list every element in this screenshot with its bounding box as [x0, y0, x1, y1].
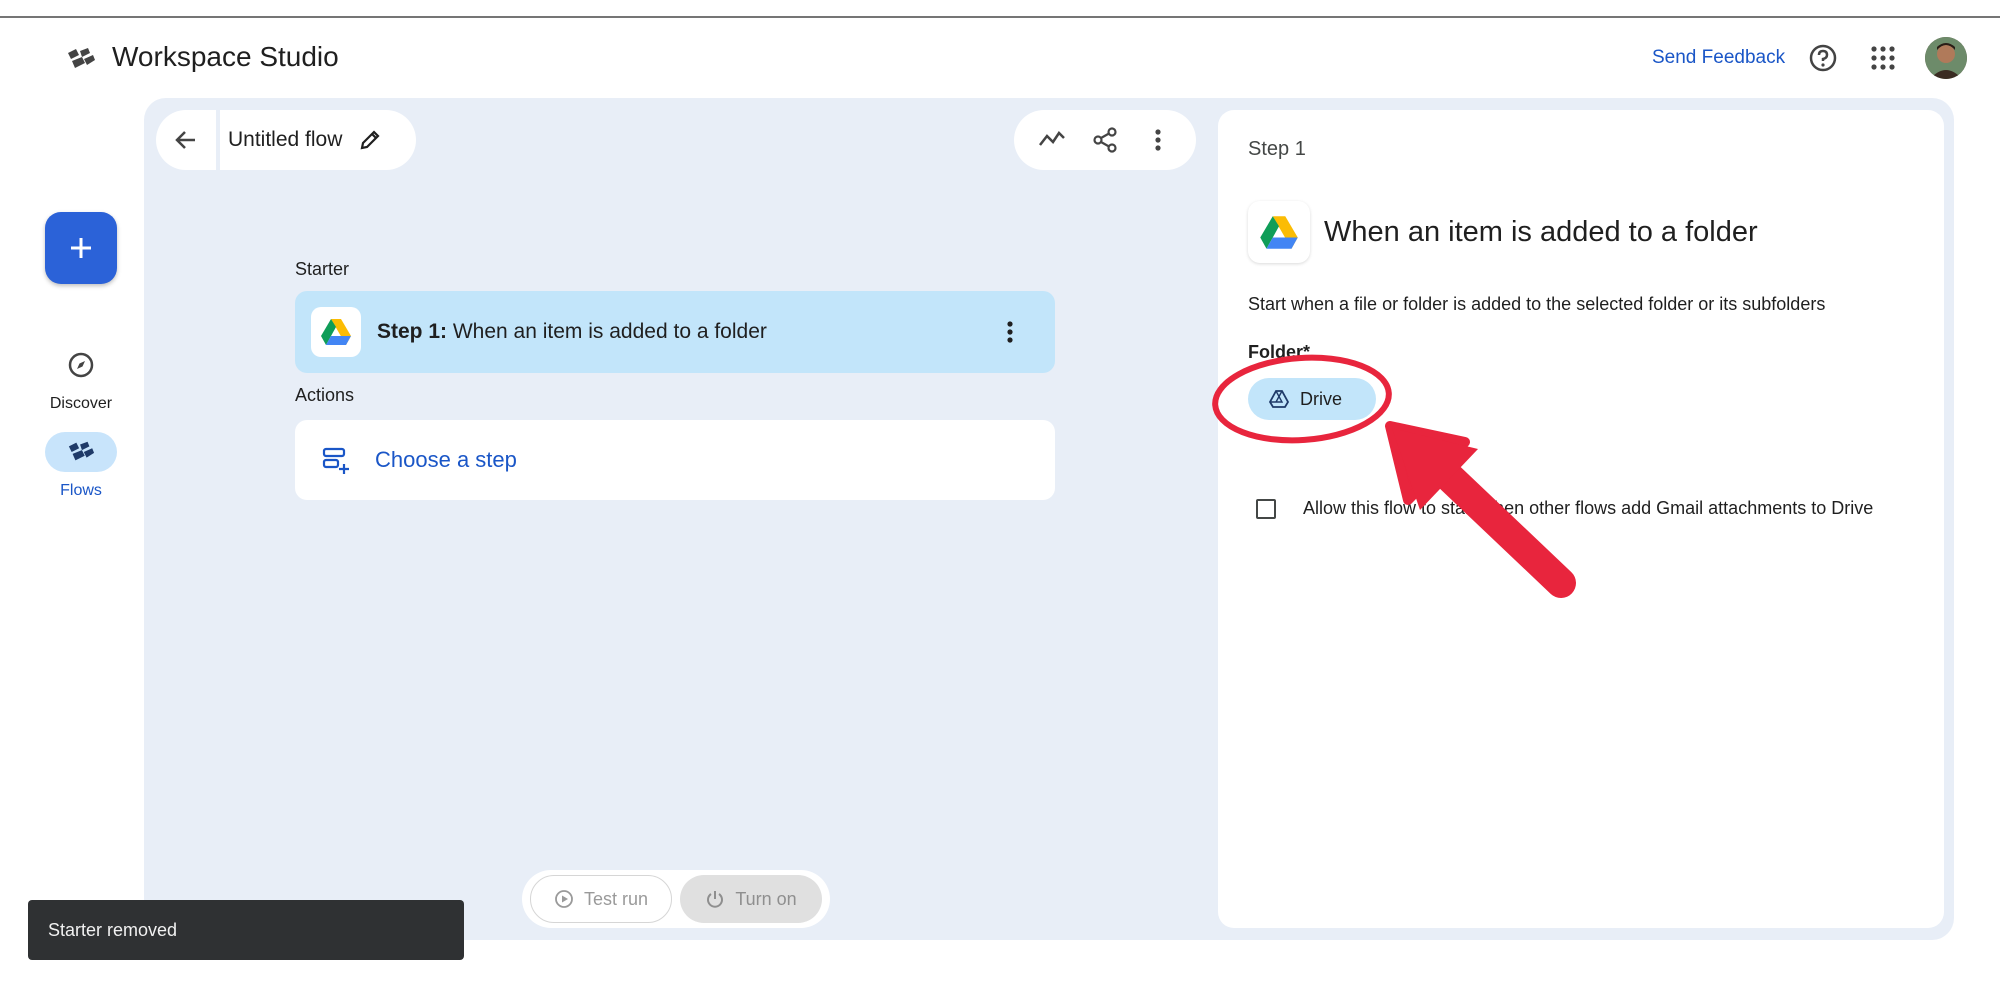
step-more-icon[interactable]: [995, 317, 1025, 347]
power-icon: [707, 891, 724, 908]
step-text: Step 1: When an item is added to a folde…: [377, 320, 767, 344]
nav-item-flows[interactable]: Flows: [30, 432, 132, 500]
flow-toolbar: [1014, 110, 1196, 170]
back-button[interactable]: [156, 110, 216, 170]
starter-label: Starter: [295, 259, 350, 279]
drive-outline-icon: [1268, 390, 1290, 408]
add-step-icon: [322, 447, 349, 474]
step-prefix: Step 1:: [377, 320, 448, 343]
flow-title: Untitled flow: [228, 128, 343, 151]
drive-chip-label: Drive: [1300, 388, 1343, 409]
allow-gmail-attachments-checkbox[interactable]: [1256, 499, 1276, 519]
pencil-icon[interactable]: [358, 128, 382, 152]
send-feedback-link[interactable]: Send Feedback: [1652, 47, 1785, 69]
panel-description: Start when a file or folder is added to …: [1248, 294, 1826, 314]
avatar[interactable]: [1925, 37, 1967, 79]
activity-icon[interactable]: [1037, 125, 1067, 155]
panel-title: When an item is added to a folder: [1324, 216, 1758, 248]
panel-step-label: Step 1: [1248, 138, 1306, 160]
share-icon[interactable]: [1090, 125, 1120, 155]
plus-icon: [71, 238, 91, 258]
step-description: When an item is added to a folder: [452, 320, 767, 343]
choose-step-label: Choose a step: [375, 447, 517, 472]
apps-grid-icon[interactable]: [1870, 45, 1896, 71]
actions-label: Actions: [295, 385, 355, 405]
drive-logo-icon: [311, 307, 361, 357]
top-divider: [0, 16, 2000, 18]
flows-icon: [68, 441, 95, 461]
snackbar-message: Starter removed: [48, 919, 178, 940]
arrow-back-icon: [175, 131, 195, 149]
checkbox-label: Allow this flow to start when other flow…: [1303, 498, 1874, 518]
compass-icon: [68, 352, 94, 378]
app-title: Workspace Studio: [112, 41, 339, 72]
nav-item-discover[interactable]: Discover: [30, 345, 132, 413]
nav-label-flows: Flows: [60, 482, 102, 499]
flows-logo-icon: [68, 48, 95, 68]
starter-step-card[interactable]: Step 1: When an item is added to a folde…: [295, 291, 1055, 373]
snackbar: Starter removed: [28, 900, 464, 960]
drive-folder-chip[interactable]: Drive: [1248, 378, 1376, 420]
drive-logo-icon: [1248, 201, 1310, 263]
play-circle-icon: [555, 890, 573, 908]
turn-on-button[interactable]: Turn on: [680, 875, 822, 923]
flow-title-pill[interactable]: Untitled flow: [220, 110, 416, 170]
more-vert-icon[interactable]: [1143, 125, 1173, 155]
create-flow-button[interactable]: [45, 212, 117, 284]
test-run-label: Test run: [583, 888, 649, 909]
test-run-button[interactable]: Test run: [530, 875, 672, 923]
turn-on-label: Turn on: [735, 888, 797, 909]
nav-label-discover: Discover: [49, 395, 113, 412]
help-circle-icon[interactable]: [1808, 43, 1838, 73]
folder-field-label: Folder*: [1248, 342, 1311, 362]
choose-step-card[interactable]: Choose a step: [295, 420, 1055, 500]
